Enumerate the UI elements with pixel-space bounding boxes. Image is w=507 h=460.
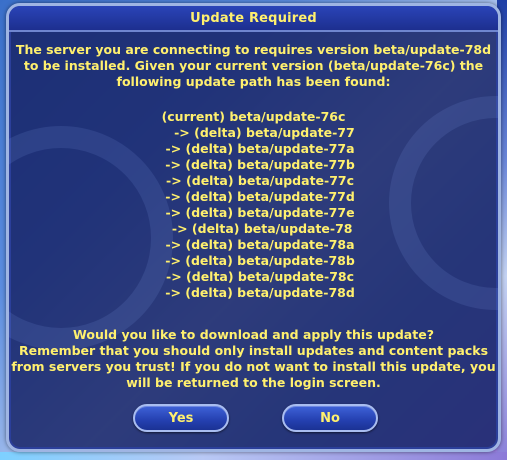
update-path-item: -> (delta) beta/update-77d (152, 189, 355, 204)
update-path-item: (current) beta/update-76c (161, 109, 346, 124)
dialog-titlebar: Update Required (9, 6, 498, 32)
question-line: from servers you trust! If you do not wa… (11, 359, 496, 374)
background-strip-bottom (0, 452, 507, 460)
update-path-item: -> (delta) beta/update-78b (152, 253, 355, 268)
yes-button[interactable]: Yes (133, 404, 229, 432)
dialog-title: Update Required (190, 10, 317, 26)
update-question: Would you like to download and apply thi… (9, 327, 498, 391)
update-path-item: -> (delta) beta/update-77a (152, 141, 355, 156)
message-line: to be installed. Given your current vers… (23, 58, 484, 73)
question-line: Remember that you should only install up… (18, 343, 489, 358)
update-path-item: -> (delta) beta/update-77 (152, 125, 355, 140)
message-line: following update path has been found: (116, 74, 391, 89)
update-path-list: (current) beta/update-76c -> (delta) bet… (9, 109, 498, 301)
no-button[interactable]: No (282, 404, 378, 432)
update-path-item: -> (delta) beta/update-77b (152, 157, 355, 172)
question-line: Would you like to download and apply thi… (73, 327, 434, 342)
update-path-item: -> (delta) beta/update-78c (152, 269, 355, 284)
update-path-item: -> (delta) beta/update-77c (152, 173, 355, 188)
update-path-item: -> (delta) beta/update-78 (154, 221, 353, 236)
update-path-item: -> (delta) beta/update-78d (152, 285, 355, 300)
question-line: will be returned to the login screen. (126, 375, 381, 390)
update-required-dialog: Update Required The server you are conne… (6, 3, 501, 452)
update-message: The server you are connecting to require… (9, 42, 498, 90)
message-line: The server you are connecting to require… (15, 42, 492, 57)
update-path-item: -> (delta) beta/update-77e (152, 205, 355, 220)
update-path-item: -> (delta) beta/update-78a (152, 237, 355, 252)
dialog-content: The server you are connecting to require… (9, 42, 498, 301)
